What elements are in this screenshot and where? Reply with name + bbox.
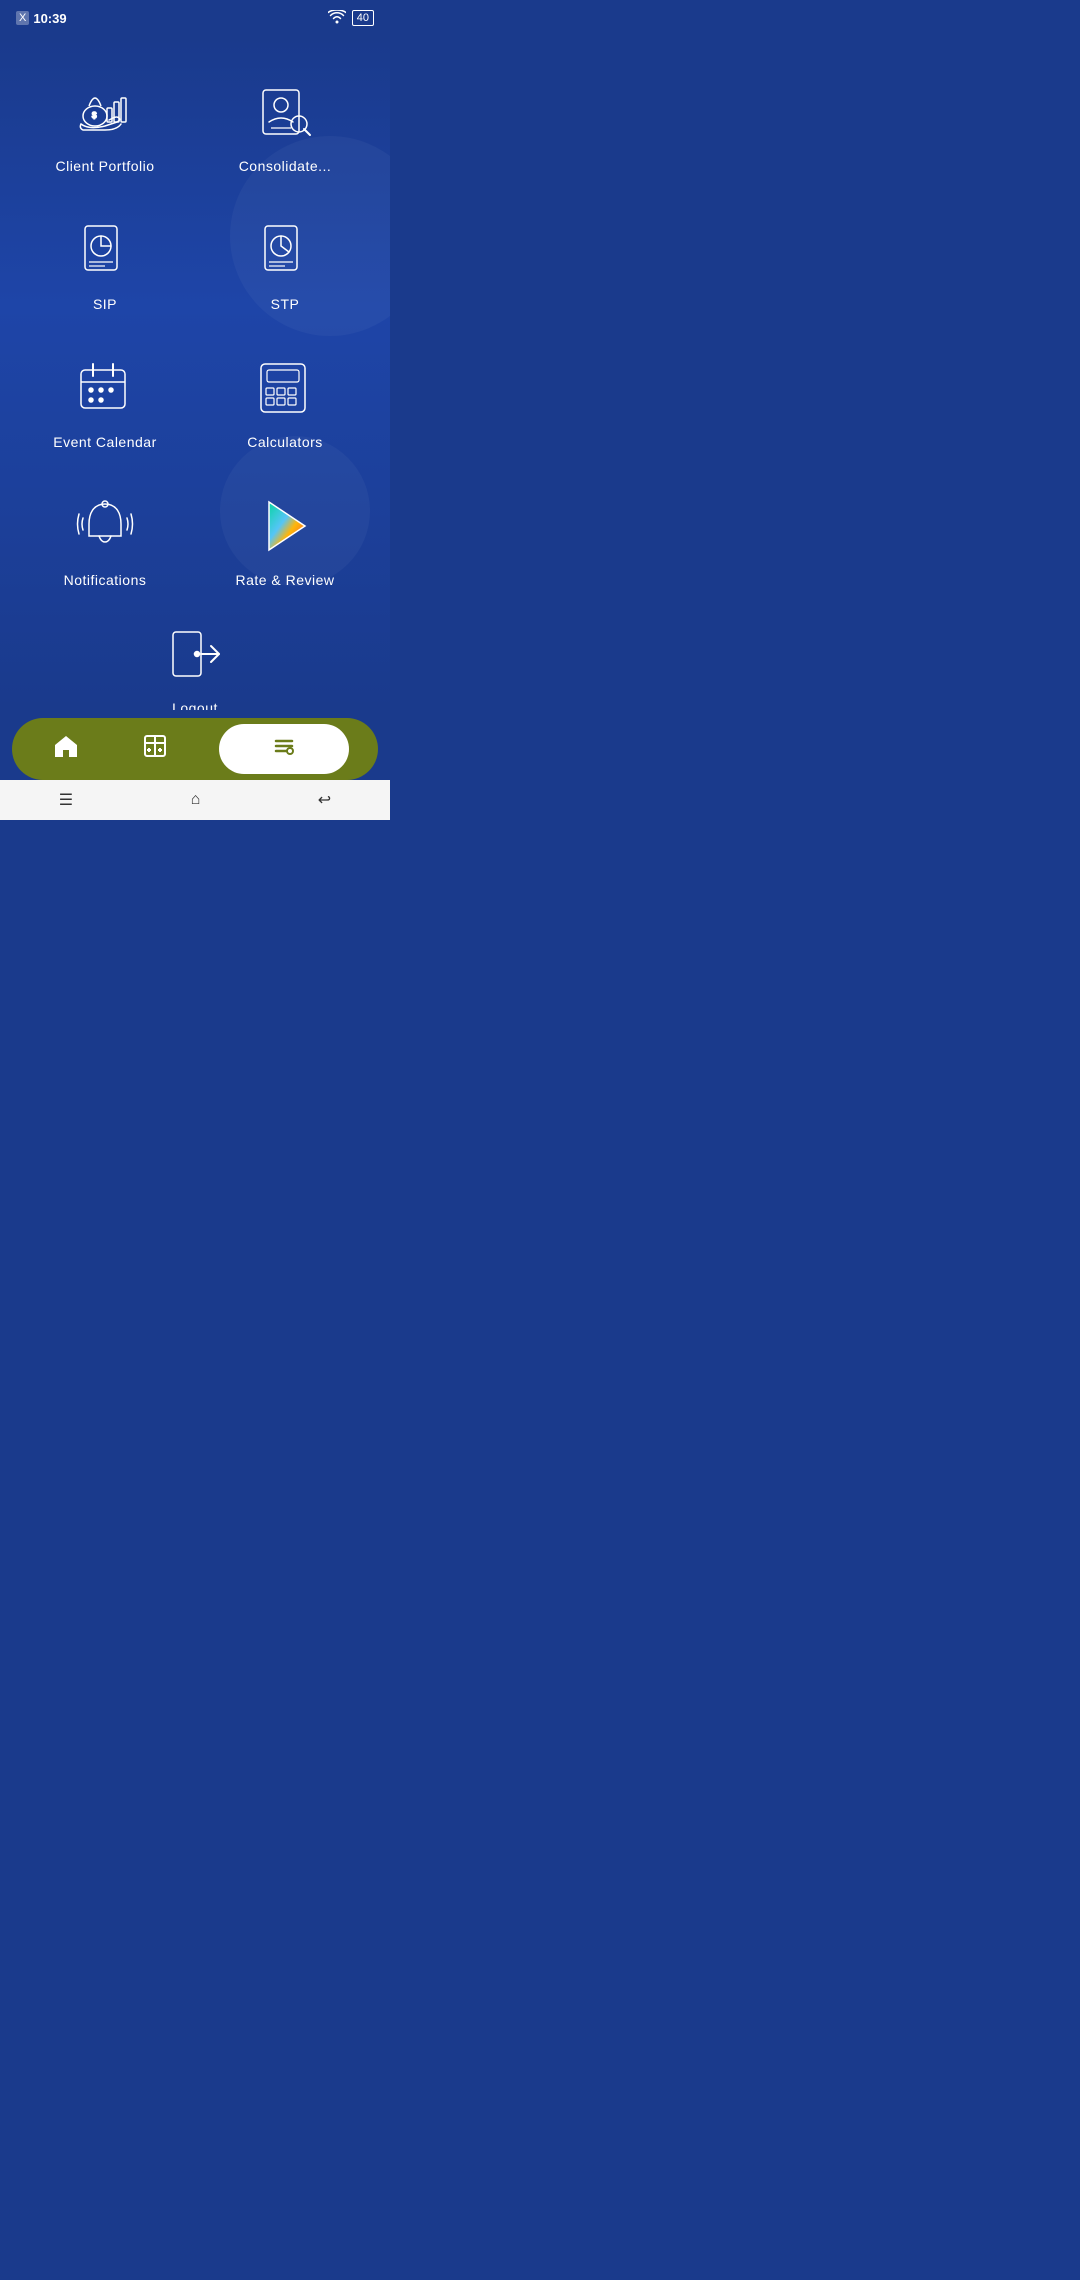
menu-item-sip[interactable]: SIP xyxy=(20,204,190,322)
bottom-nav xyxy=(12,718,378,780)
logout-label: Logout xyxy=(172,700,218,710)
android-home-btn[interactable]: ⌂ xyxy=(191,791,201,809)
logout-icon xyxy=(159,618,231,690)
status-left: X 10:39 xyxy=(16,11,67,26)
status-time: 10:39 xyxy=(33,11,66,26)
status-right: 40 xyxy=(328,10,374,27)
logout-row: Logout xyxy=(20,608,370,710)
android-nav-bar: ☰ ⌂ ↩ xyxy=(0,780,390,820)
notifications-icon xyxy=(69,490,141,562)
sip-label: SIP xyxy=(93,296,117,312)
bg-decoration-2 xyxy=(220,436,370,586)
home-nav-icon xyxy=(53,733,79,765)
nav-menu-button[interactable] xyxy=(219,724,349,774)
calculator-nav-icon xyxy=(142,733,168,765)
svg-text:$: $ xyxy=(92,111,97,120)
calculators-icon xyxy=(249,352,321,424)
menu-item-event-calendar[interactable]: Event Calendar xyxy=(20,342,190,460)
menu-item-client-portfolio[interactable]: $ Client Portfolio xyxy=(20,66,190,184)
sip-icon xyxy=(69,214,141,286)
event-calendar-icon xyxy=(69,352,141,424)
main-content: $ Client Portfolio xyxy=(0,36,390,710)
nav-calculator-button[interactable] xyxy=(130,724,180,774)
portfolio-icon: $ xyxy=(69,76,141,148)
wifi-icon xyxy=(328,10,346,27)
event-calendar-label: Event Calendar xyxy=(53,434,157,450)
nav-home-button[interactable] xyxy=(41,724,91,774)
status-bar: X 10:39 40 xyxy=(0,0,390,36)
notifications-label: Notifications xyxy=(64,572,147,588)
client-portfolio-label: Client Portfolio xyxy=(55,158,154,174)
battery-indicator: 40 xyxy=(352,10,374,26)
menu-item-notifications[interactable]: Notifications xyxy=(20,480,190,598)
menu-item-logout[interactable]: Logout xyxy=(149,608,241,710)
android-back-btn[interactable]: ↩ xyxy=(318,790,331,810)
android-menu-btn[interactable]: ☰ xyxy=(59,790,73,810)
menu-nav-icon xyxy=(271,733,297,765)
carrier-icon: X xyxy=(16,11,29,25)
